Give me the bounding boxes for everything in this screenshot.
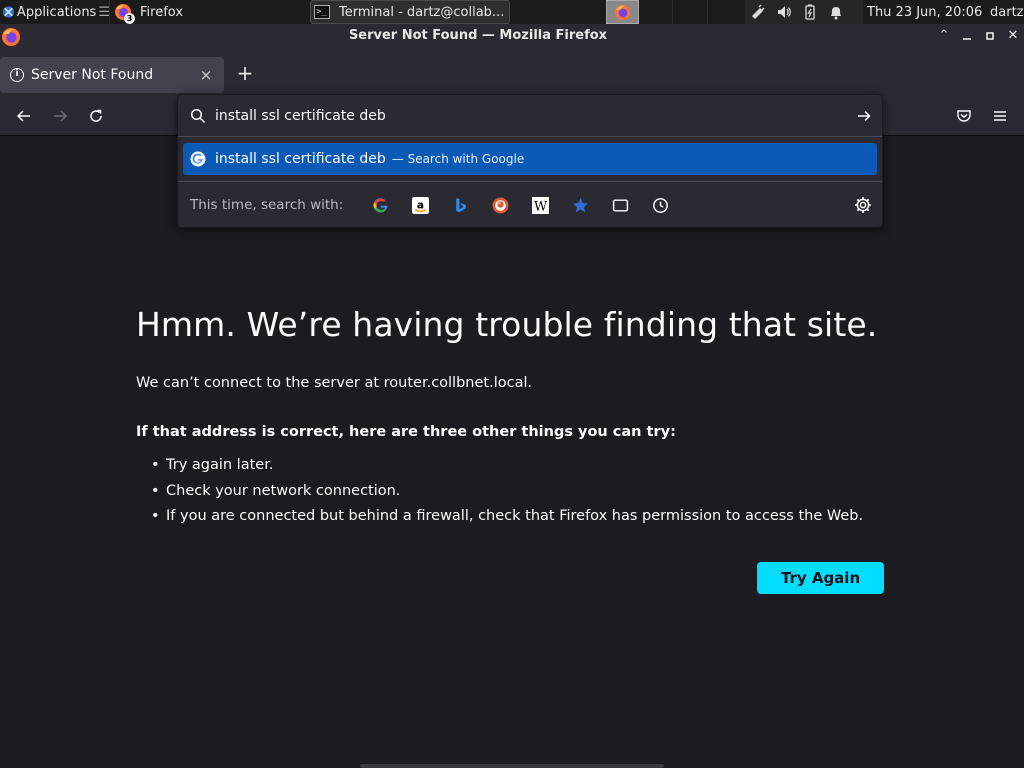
suggestions-heading: If that address is correct, here are thr… <box>136 424 676 440</box>
app-menu-button[interactable] <box>988 104 1012 128</box>
volume-icon[interactable] <box>771 4 797 20</box>
urlbar-dropdown: install ssl certificate deb — Search wit… <box>177 94 883 228</box>
duckduckgo-engine-button[interactable] <box>491 196 509 214</box>
info-icon: i <box>10 68 24 82</box>
pocket-button[interactable] <box>952 104 976 128</box>
back-arrow-icon <box>16 110 30 122</box>
list-item: Check your network connection. <box>151 482 863 508</box>
workspace-firefox-button[interactable] <box>606 0 639 24</box>
bing-engine-button[interactable] <box>451 196 469 214</box>
list-item: If you are connected but behind a firewa… <box>151 507 863 533</box>
svg-text:W: W <box>533 199 547 214</box>
google-engine-button[interactable] <box>371 196 389 214</box>
reload-button[interactable] <box>84 104 108 128</box>
one-off-search-row: This time, search with: a W <box>178 181 882 228</box>
google-icon <box>190 151 206 167</box>
search-icon <box>190 108 206 124</box>
notifications-bell-icon[interactable] <box>823 4 849 20</box>
taskbar-firefox-label: Firefox <box>140 4 184 20</box>
firefox-icon: 3 <box>114 3 135 24</box>
tab-close-icon[interactable]: × <box>196 65 216 85</box>
gear-icon[interactable] <box>854 196 872 214</box>
bookmark-star-icon <box>572 197 588 212</box>
amazon-icon: a <box>411 196 429 214</box>
pocket-icon <box>957 110 971 122</box>
tabs-icon <box>612 198 628 212</box>
amazon-engine-button[interactable]: a <box>411 196 429 214</box>
error-description: We can’t connect to the server at router… <box>136 375 533 391</box>
svg-text:a: a <box>416 198 423 211</box>
bottom-edge-bar <box>360 764 664 768</box>
taskbar-terminal-button[interactable]: >_ Terminal - dartz@collab... <box>310 0 510 24</box>
suggestion-action: — Search with Google <box>391 152 525 166</box>
panel-separator <box>672 0 673 24</box>
history-clock-icon <box>652 197 668 213</box>
wikipedia-engine-button[interactable]: W <box>531 196 549 214</box>
tab-server-not-found[interactable]: i Server Not Found × <box>0 57 224 93</box>
xfce-logo-icon <box>2 6 15 18</box>
desktop-panel: Applications ☰ 3 Firefox >_ Terminal - d… <box>0 0 1024 24</box>
panel-separator <box>109 0 110 24</box>
window-count-badge: 3 <box>124 13 135 24</box>
applications-menu-button[interactable]: Applications ☰ <box>0 0 110 24</box>
new-tab-button[interactable]: + <box>233 61 257 85</box>
tab-strip: i Server Not Found × + <box>0 48 1024 96</box>
suggestions-list: Try again later. Check your network conn… <box>151 456 863 533</box>
duckduckgo-icon <box>492 197 508 213</box>
taskbar-terminal-label: Terminal - dartz@collab... <box>339 4 505 20</box>
hamburger-menu-icon <box>994 111 1006 121</box>
window-minimize-button[interactable] <box>957 26 977 46</box>
bing-icon <box>455 197 466 212</box>
suggestion-text: install ssl certificate deb <box>215 151 386 167</box>
bookmarks-search-button[interactable] <box>571 196 589 214</box>
try-again-button[interactable]: Try Again <box>757 562 884 594</box>
applications-label: Applications <box>16 4 97 20</box>
window-shade-button[interactable]: ⌃ <box>934 26 954 46</box>
tabs-search-button[interactable] <box>611 196 629 214</box>
search-suggestion-row[interactable]: install ssl certificate deb — Search wit… <box>183 143 877 175</box>
firefox-icon <box>614 4 631 20</box>
window-titlebar[interactable]: Server Not Found — Mozilla Firefox ⌃ ✕ <box>0 24 1024 48</box>
panel-user-menu[interactable]: dartz <box>990 0 1023 24</box>
tab-label: Server Not Found <box>31 67 154 83</box>
taskbar-firefox-button[interactable]: 3 Firefox <box>111 0 307 24</box>
list-item: Try again later. <box>151 456 863 482</box>
history-search-button[interactable] <box>651 196 669 214</box>
window-close-button[interactable]: ✕ <box>1003 26 1023 46</box>
panel-clock[interactable]: Thu 23 Jun, 20:06 <box>867 0 982 24</box>
battery-icon[interactable] <box>797 4 823 20</box>
window-maximize-button[interactable] <box>980 26 1000 46</box>
forward-arrow-icon <box>54 110 68 122</box>
terminal-icon: >_ <box>314 5 330 19</box>
one-off-search-label: This time, search with: <box>190 197 344 213</box>
reload-icon <box>90 109 102 122</box>
forward-button[interactable] <box>48 104 72 128</box>
wikipedia-icon: W <box>531 196 549 214</box>
urlbar[interactable] <box>178 95 882 137</box>
url-input[interactable] <box>215 105 815 127</box>
network-icon[interactable] <box>745 4 771 20</box>
go-arrow-icon[interactable] <box>856 108 872 124</box>
back-button[interactable] <box>12 104 36 128</box>
error-title: Hmm. We’re having trouble finding that s… <box>136 305 878 344</box>
google-icon <box>372 197 387 212</box>
window-title: Server Not Found — Mozilla Firefox <box>348 28 608 43</box>
system-tray <box>745 0 863 24</box>
panel-separator <box>707 0 708 24</box>
